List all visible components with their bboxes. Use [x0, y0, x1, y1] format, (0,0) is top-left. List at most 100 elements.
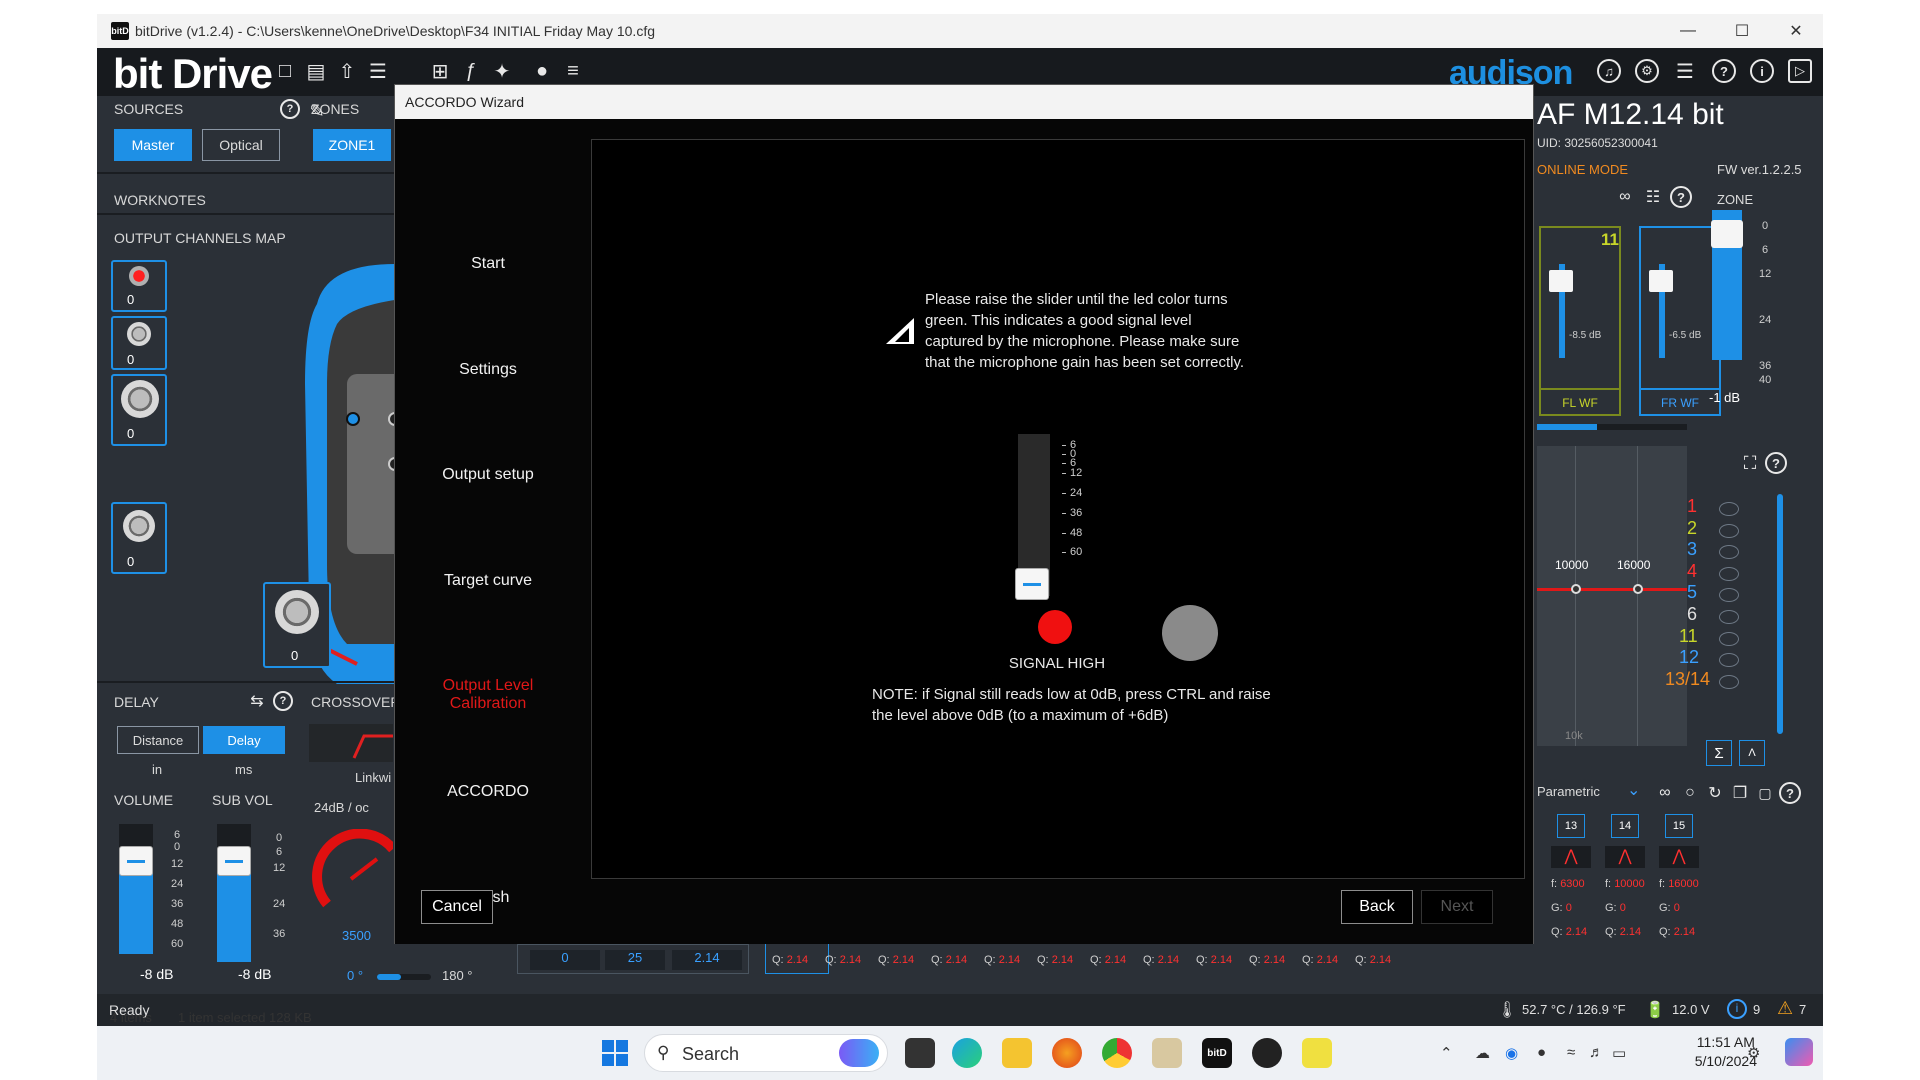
eq-band-number[interactable]: 15 — [1665, 814, 1693, 838]
q-cell[interactable]: Q: 2.14 — [1196, 954, 1232, 966]
q-cell[interactable]: Q: 2.14 — [825, 954, 861, 966]
file-explorer-icon[interactable] — [1002, 1038, 1032, 1068]
warning-icon[interactable]: ⚠ — [1777, 998, 1793, 1019]
info-icon[interactable]: i — [1750, 59, 1774, 83]
visibility-icon[interactable] — [1719, 631, 1739, 646]
channel-list-item[interactable]: 12 — [1679, 647, 1699, 668]
eq-help-icon[interactable]: ? — [1779, 782, 1801, 804]
channel-list-item[interactable]: 11 — [1679, 626, 1698, 647]
graph-help-icon[interactable]: ? — [1765, 452, 1787, 474]
pencil-icon[interactable]: ✎ — [304, 98, 330, 124]
q-cell[interactable]: Q: 2.14 — [1355, 954, 1391, 966]
q-cell[interactable]: Q: 2.14 — [1090, 954, 1126, 966]
channel-list-scrollbar[interactable] — [1777, 494, 1783, 734]
windows-start-icon[interactable] — [602, 1040, 628, 1066]
copilot-icon[interactable] — [1785, 1038, 1813, 1066]
source-optical-button[interactable]: Optical — [202, 129, 280, 161]
firefox-icon[interactable] — [1052, 1038, 1082, 1068]
waveform-icon[interactable]: ≡ — [560, 58, 586, 84]
distance-button[interactable]: Distance — [117, 726, 199, 754]
visibility-icon[interactable] — [1719, 674, 1739, 689]
microphone-icon[interactable]: ● — [529, 58, 555, 84]
fullscreen-icon[interactable]: ⛶ — [1737, 450, 1763, 476]
phase-slider[interactable] — [377, 974, 431, 980]
visibility-icon[interactable] — [1719, 588, 1739, 603]
zone-fader-knob[interactable] — [1711, 220, 1743, 248]
step-start[interactable]: Start — [405, 255, 571, 273]
chevron-down-icon[interactable]: ⌄ — [1627, 780, 1640, 800]
mic-tray-icon[interactable]: ● — [1537, 1044, 1546, 1061]
strip-value-25[interactable]: 25 — [605, 950, 665, 970]
eq-band-number[interactable]: 14 — [1611, 814, 1639, 838]
channel-fader-knob[interactable] — [1649, 270, 1673, 292]
q-cell[interactable]: Q: 2.14 — [878, 954, 914, 966]
folder-icon[interactable]: □ — [272, 58, 298, 84]
crossover-frequency-value[interactable]: 3500 — [342, 928, 371, 943]
app-icon-yellow[interactable] — [1302, 1038, 1332, 1068]
eq-paste-icon[interactable]: ▢ — [1752, 780, 1778, 806]
subvol-slider-knob[interactable] — [217, 846, 251, 876]
q-cell[interactable]: Q: 2.14 — [1302, 954, 1338, 966]
upload-icon[interactable]: ⇧ — [334, 58, 360, 84]
eq-link-icon[interactable]: ∞ — [1652, 780, 1678, 806]
sources-help-icon[interactable]: ? — [280, 99, 300, 119]
eq-bypass-icon[interactable]: ○ — [1677, 780, 1703, 806]
peak-icon[interactable]: Λ — [1739, 740, 1765, 766]
q-cell[interactable]: Q: 2.14 — [1037, 954, 1073, 966]
save-icon[interactable]: ▤ — [303, 58, 329, 84]
strip-value-q[interactable]: 2.14 — [672, 950, 742, 970]
crossover-type[interactable]: Linkwi — [355, 770, 391, 785]
channel-list-item[interactable]: 6 — [1687, 604, 1697, 625]
peak-filter-icon[interactable]: ⋀ — [1659, 846, 1699, 868]
visibility-icon[interactable] — [1719, 653, 1739, 668]
speaker-box-woofer[interactable]: 0 — [111, 374, 167, 446]
eq-handle-16000[interactable] — [1633, 584, 1643, 594]
visibility-icon[interactable] — [1719, 502, 1739, 516]
source-master-button[interactable]: Master — [114, 129, 192, 161]
function-icon[interactable]: ƒ — [458, 58, 484, 84]
gear-icon[interactable]: ⚙ — [1635, 59, 1659, 83]
volume-icon[interactable]: ♬ — [1589, 1044, 1604, 1061]
eq-param-q[interactable]: Q: 2.14 — [1605, 926, 1641, 938]
channel-list-item[interactable]: 13/14 — [1665, 669, 1710, 690]
channel-list-item[interactable]: 3 — [1687, 539, 1697, 560]
q-cell[interactable]: Q: 2.14 — [1249, 954, 1285, 966]
crossover-frequency-knob[interactable] — [307, 828, 397, 919]
routing-icon[interactable]: ⊞ — [427, 58, 453, 84]
close-button[interactable]: ✕ — [1769, 14, 1823, 48]
channel-strip-fl-wf[interactable]: 11 -8.5 dB FL WF — [1539, 226, 1621, 416]
eq-param-g[interactable]: G: 0 — [1551, 902, 1572, 914]
task-view-icon[interactable] — [905, 1038, 935, 1068]
zone1-button[interactable]: ZONE1 — [313, 129, 391, 161]
volume-slider-knob[interactable] — [119, 846, 153, 876]
channel-list-item[interactable]: 2 — [1687, 518, 1697, 539]
visibility-icon[interactable] — [1719, 523, 1739, 538]
visibility-icon[interactable] — [1719, 545, 1739, 560]
battery-tray-icon[interactable]: ▭ — [1612, 1044, 1626, 1062]
layers-icon[interactable]: ☰ — [1673, 59, 1697, 83]
q-cell[interactable]: Q: 2.14 — [1143, 954, 1179, 966]
speaker-box-rear[interactable]: 0 — [111, 502, 167, 574]
channel-fader-knob[interactable] — [1549, 270, 1573, 292]
notification-icon[interactable]: ⚙ — [1747, 1044, 1760, 1062]
help-icon[interactable]: ? — [1712, 59, 1736, 83]
info-badge-icon[interactable]: i — [1727, 999, 1747, 1019]
step-output-level-calibration[interactable]: Output Level Calibration — [405, 677, 571, 713]
sum-icon[interactable]: Σ — [1706, 740, 1732, 766]
monitor-icon[interactable]: ▷ — [1788, 59, 1812, 83]
eq-graph[interactable]: 10000 16000 10k — [1537, 446, 1687, 746]
step-target-curve[interactable]: Target curve — [405, 572, 571, 590]
step-accordo[interactable]: ACCORDO — [405, 783, 571, 801]
strip-value-0[interactable]: 0 — [530, 950, 600, 970]
speaker-box-sub[interactable]: 0 — [263, 582, 331, 668]
eq-param-f[interactable]: f: 16000 — [1659, 878, 1699, 890]
channel-strip-fr-wf[interactable]: -6.5 dB FR WF — [1639, 226, 1721, 416]
calibration-slider-knob[interactable] — [1015, 568, 1049, 600]
eq-param-q[interactable]: Q: 2.14 — [1659, 926, 1695, 938]
eq-param-q[interactable]: Q: 2.14 — [1551, 926, 1587, 938]
archive-icon[interactable] — [1152, 1038, 1182, 1068]
crossover-graph[interactable] — [309, 724, 393, 762]
bitdrive-taskbar-icon[interactable]: bitD — [1202, 1038, 1232, 1068]
q-cell[interactable]: Q: 2.14 — [931, 954, 967, 966]
eq-param-g[interactable]: G: 0 — [1659, 902, 1680, 914]
